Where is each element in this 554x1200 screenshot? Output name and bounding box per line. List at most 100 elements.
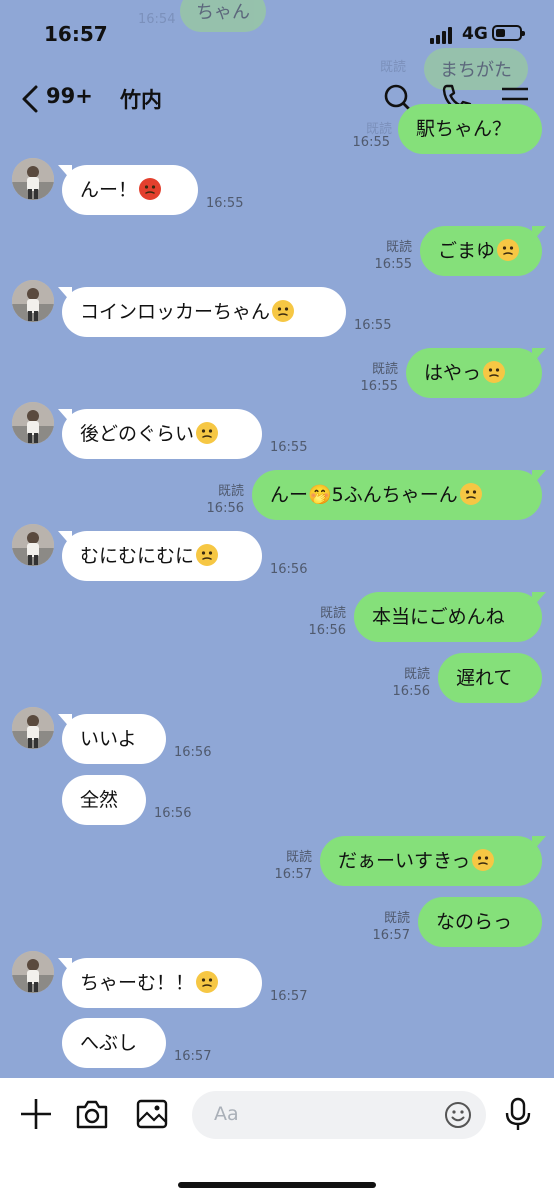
ghost-bubble: ちゃん: [180, 0, 266, 32]
message-time: 16:55: [354, 318, 392, 333]
message-meta: 16:55: [206, 195, 243, 212]
message-meta: 16:55: [354, 317, 391, 334]
message-text: 全然: [80, 789, 119, 811]
message-text: はやっ: [424, 362, 482, 384]
message-meta: 16:56: [174, 744, 211, 761]
camera-icon[interactable]: [74, 1096, 110, 1132]
read-receipt: 既読: [217, 484, 244, 499]
message-text: 本当にごめんね: [372, 606, 505, 628]
message-time: 16:56: [154, 806, 192, 821]
image-icon[interactable]: [134, 1096, 170, 1132]
flushed-face-emoji-icon: [196, 422, 219, 444]
avatar[interactable]: [12, 158, 54, 200]
message-input-placeholder: Aa: [214, 1103, 239, 1125]
message-meta: 既読 16:56: [298, 605, 346, 639]
message-text: ごまゆ: [438, 240, 496, 262]
steam-face-emoji-icon: [196, 971, 219, 993]
chat-bubble-outgoing[interactable]: はやっ: [406, 348, 542, 398]
message-meta: 16:57: [174, 1048, 211, 1065]
message-meta: 既読 16:55: [350, 361, 398, 395]
read-receipt: 既読: [371, 362, 398, 377]
ghost-timestamp: 16:54: [138, 12, 176, 27]
message-meta: 既読 16:55: [364, 239, 412, 273]
chat-bubble-outgoing[interactable]: んー🤭5ふんちゃーん: [252, 470, 542, 520]
chat-bubble-outgoing[interactable]: ごまゆ: [420, 226, 542, 276]
flushed-face-emoji-icon: [483, 361, 506, 383]
chat-bubble-outgoing[interactable]: 遅れて: [438, 653, 542, 703]
chat-bubble-incoming[interactable]: コインロッカーちゃん: [62, 287, 346, 337]
chat-bubble-incoming[interactable]: んー！: [62, 165, 198, 215]
message-time: 16:56: [308, 623, 346, 638]
chat-bubble-outgoing[interactable]: 本当にごめんね: [354, 592, 542, 642]
hugging-face-emoji-icon: [459, 483, 482, 505]
message-time: 16:57: [270, 989, 308, 1004]
avatar[interactable]: [12, 402, 54, 444]
message-time: 16:56: [206, 501, 244, 516]
home-indicator: [178, 1182, 376, 1188]
steam-face-emoji-icon: [472, 849, 495, 871]
read-receipt: 既読: [285, 850, 312, 865]
chat-bubble-incoming[interactable]: 後どのぐらい: [62, 409, 262, 459]
emoji-icon[interactable]: [444, 1101, 472, 1129]
message-time: 16:56: [270, 562, 308, 577]
message-time: 16:57: [174, 1049, 212, 1064]
message-time: 16:55: [374, 257, 412, 272]
avatar[interactable]: [12, 951, 54, 993]
message-text: へぶし: [80, 1032, 138, 1054]
message-time: 16:55: [270, 440, 308, 455]
message-time: 16:56: [392, 684, 430, 699]
chat-bubble-incoming[interactable]: いいよ: [62, 714, 166, 764]
message-meta: 既読 16:56: [196, 483, 244, 517]
avatar[interactable]: [12, 280, 54, 322]
message-text: なのらっ: [436, 911, 513, 933]
signal-icon: [430, 26, 456, 44]
avatar[interactable]: [12, 524, 54, 566]
message-meta: 16:55: [270, 439, 307, 456]
message-time: 16:56: [174, 745, 212, 760]
message-text: いいよ: [80, 728, 137, 750]
read-receipt: 既読: [319, 606, 346, 621]
avatar[interactable]: [12, 707, 54, 749]
message-text: むにむにむに: [80, 545, 195, 567]
message-meta: 16:56: [154, 805, 191, 822]
message-incoming: へぶし 16:57: [0, 0, 554, 1068]
chat-bubble-outgoing[interactable]: 駅ちゃん？: [398, 104, 542, 154]
message-meta: 既読 16:57: [362, 910, 410, 944]
microphone-icon[interactable]: [500, 1096, 536, 1132]
message-text: 遅れて: [456, 667, 513, 689]
message-meta: 既読 16:56: [382, 666, 430, 700]
plus-icon[interactable]: [18, 1096, 54, 1132]
message-time: 16:55: [360, 379, 398, 394]
chat-bubble-incoming[interactable]: むにむにむに: [62, 531, 262, 581]
message-text: だぁーいすきっ: [338, 850, 471, 872]
chat-bubble-incoming[interactable]: へぶし: [62, 1018, 166, 1068]
message-meta: 16:57: [270, 988, 307, 1005]
message-input[interactable]: Aa: [192, 1091, 486, 1139]
chat-bubble-incoming[interactable]: ちゃーむ！！: [62, 958, 262, 1008]
read-receipt: 既読: [383, 911, 410, 926]
message-text: んー！: [80, 179, 138, 201]
message-time: 16:55: [352, 135, 390, 150]
read-receipt: 既読: [385, 240, 412, 255]
chat-bubble-incoming[interactable]: 全然: [62, 775, 146, 825]
chat-bubble-outgoing[interactable]: だぁーいすきっ: [320, 836, 542, 886]
message-text: コインロッカーちゃん: [80, 301, 271, 323]
battery-icon: [492, 25, 525, 41]
status-time: 16:57: [44, 22, 108, 46]
message-time: 16:57: [372, 928, 410, 943]
chat-bubble-outgoing[interactable]: なのらっ: [418, 897, 542, 947]
read-receipt: 既読: [403, 667, 430, 682]
message-meta: 16:56: [270, 561, 307, 578]
message-text: んー🤭5ふんちゃーん: [270, 484, 458, 506]
message-time: 16:57: [274, 867, 312, 882]
back-chevron-icon[interactable]: [18, 84, 44, 114]
unread-count-badge[interactable]: 99+: [46, 84, 93, 108]
steam-face-emoji-icon: [272, 300, 295, 322]
crying-face-emoji-icon: [497, 239, 520, 261]
message-text: ちゃーむ！！: [80, 972, 195, 994]
message-text: 駅ちゃん？: [416, 118, 512, 140]
angry-face-emoji-icon: [139, 178, 162, 200]
message-text: 後どのぐらい: [80, 423, 195, 445]
steam-face-emoji-icon: [196, 544, 219, 566]
network-label: 4G: [462, 24, 488, 44]
